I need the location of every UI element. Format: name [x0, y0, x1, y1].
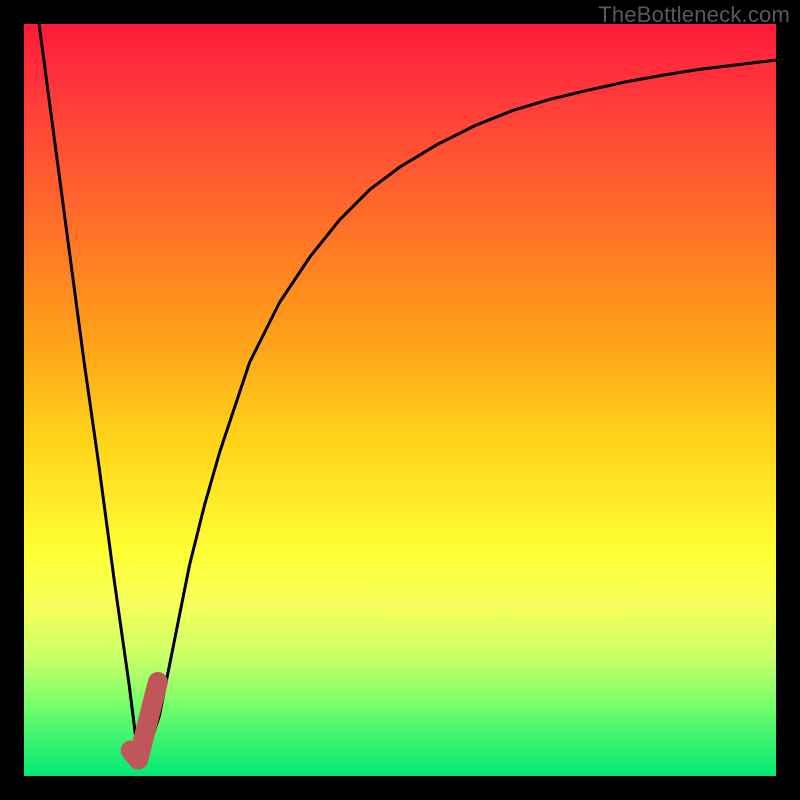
gradient-plot-area — [24, 24, 776, 776]
bottleneck-curve — [39, 24, 776, 761]
chart-frame: TheBottleneck.com — [0, 0, 800, 800]
chart-svg — [24, 24, 776, 776]
